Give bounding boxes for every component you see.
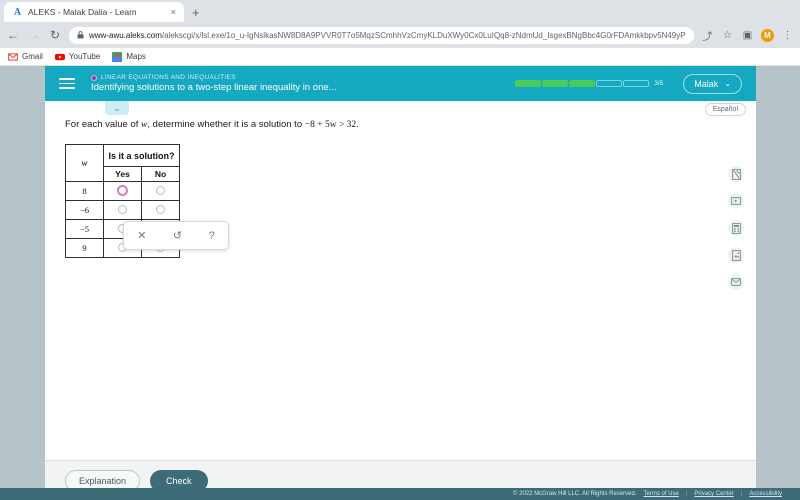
- progress-segment: [542, 80, 569, 87]
- bookmark-star-icon[interactable]: ☆: [721, 30, 734, 41]
- radio-icon[interactable]: [117, 185, 128, 197]
- progress-segment: [596, 80, 623, 87]
- radio-yes[interactable]: [103, 200, 142, 220]
- radio-no[interactable]: [141, 200, 180, 220]
- answer-toolbar: ✕ ↺ ?: [123, 221, 229, 250]
- row-value: 8: [65, 181, 104, 201]
- progress-segment: [623, 80, 650, 87]
- bookmark-maps[interactable]: Maps: [112, 51, 146, 62]
- footer-separator: |: [740, 491, 743, 497]
- progress-segment: [569, 80, 596, 87]
- lock-icon: [77, 31, 84, 39]
- reload-icon[interactable]: ↻: [48, 28, 62, 42]
- undo-icon[interactable]: ↺: [173, 229, 182, 242]
- tab-strip: A ALEKS - Malak Dalia - Learn × +: [0, 0, 800, 22]
- browser-window: A ALEKS - Malak Dalia - Learn × + ← → ↻ …: [0, 0, 800, 500]
- row-value: −6: [65, 200, 104, 220]
- copyright-text: © 2022 McGraw Hill LLC. All Rights Reser…: [513, 491, 637, 497]
- no-write-tool[interactable]: [728, 166, 744, 182]
- progress-indicator: 3/5: [515, 80, 663, 87]
- share-icon[interactable]: ⤴: [701, 28, 714, 43]
- chrome-menu-icon[interactable]: ⋮: [781, 30, 794, 41]
- forward-icon[interactable]: →: [27, 28, 41, 42]
- url-text: www-awu.aleks.com/alekscgi/x/lsl.exe/1o_…: [89, 31, 686, 40]
- prompt-expression: −8 + 5w > 32: [304, 120, 357, 130]
- bookmarks-bar: Gmail YouTube Maps: [0, 48, 800, 66]
- problem-content: For each value of w , determine whether i…: [45, 101, 756, 258]
- header-text-block: LINEAR EQUATIONS AND INEQUALITIES Identi…: [91, 74, 515, 93]
- bookmark-youtube[interactable]: YouTube: [54, 52, 101, 62]
- prompt-end: .: [356, 119, 359, 130]
- notepad-tool[interactable]: [728, 247, 744, 263]
- video-tool[interactable]: [728, 193, 744, 209]
- lesson-title: Identifying solutions to a two-step line…: [91, 82, 337, 93]
- bookmark-label: YouTube: [68, 52, 101, 61]
- accessibility-link[interactable]: Accessibility: [749, 491, 782, 497]
- radio-icon[interactable]: [156, 205, 165, 215]
- user-name: Malak: [694, 78, 719, 89]
- user-menu-button[interactable]: Malak ⌄: [683, 73, 742, 94]
- row-value: 9: [65, 238, 104, 258]
- close-icon[interactable]: ×: [170, 7, 177, 17]
- page-viewport: LINEAR EQUATIONS AND INEQUALITIES Identi…: [0, 66, 800, 500]
- maps-icon: [112, 51, 123, 62]
- message-tool[interactable]: [728, 274, 744, 290]
- topic-dot-icon: [91, 74, 97, 81]
- radio-icon[interactable]: [156, 186, 165, 196]
- privacy-link[interactable]: Privacy Center: [694, 491, 733, 497]
- aleks-favicon: A: [13, 6, 22, 18]
- chevron-down-icon: ⌄: [724, 79, 731, 88]
- calculator-tool[interactable]: [728, 220, 744, 236]
- address-bar[interactable]: www-awu.aleks.com/alekscgi/x/lsl.exe/1o_…: [69, 26, 694, 44]
- back-icon[interactable]: ←: [6, 28, 20, 42]
- prompt-mid: , determine whether it is a solution to: [147, 119, 305, 130]
- video-icon: [731, 197, 741, 205]
- table-header-row: w Is it a solution?: [65, 144, 180, 182]
- calculator-icon: [731, 222, 741, 234]
- gmail-icon: [8, 52, 18, 61]
- site-footer: © 2022 McGraw Hill LLC. All Rights Reser…: [0, 488, 800, 500]
- no-write-icon: [731, 168, 741, 180]
- new-tab-button[interactable]: +: [192, 5, 200, 22]
- clear-icon[interactable]: ✕: [137, 229, 146, 242]
- side-panel-icon[interactable]: ▣: [741, 30, 754, 41]
- topic-kicker: LINEAR EQUATIONS AND INEQUALITIES: [91, 74, 515, 81]
- browser-tab-aleks[interactable]: A ALEKS - Malak Dalia - Learn ×: [4, 2, 184, 22]
- topic-label: LINEAR EQUATIONS AND INEQUALITIES: [101, 74, 236, 81]
- radio-icon[interactable]: [118, 205, 127, 215]
- radio-no[interactable]: [141, 181, 180, 201]
- question-header: Is it a solution?: [103, 144, 180, 167]
- yes-header: Yes: [103, 166, 142, 182]
- terms-link[interactable]: Terms of Use: [643, 491, 678, 497]
- url-host: www-awu.aleks.com: [89, 30, 162, 40]
- progress-label: 3/5: [654, 80, 664, 87]
- browser-toolbar: ← → ↻ www-awu.aleks.com/alekscgi/x/lsl.e…: [0, 22, 800, 48]
- youtube-icon: [54, 53, 65, 60]
- menu-icon[interactable]: [59, 75, 75, 92]
- url-path: /alekscgi/x/lsl.exe/1o_u-IgNslkasNW8D8A9…: [161, 30, 686, 40]
- aleks-page: LINEAR EQUATIONS AND INEQUALITIES Identi…: [45, 66, 756, 500]
- problem-prompt: For each value of w, determine whether i…: [65, 119, 756, 130]
- tool-rail: [728, 166, 744, 290]
- variable-header: w: [65, 144, 104, 182]
- bookmark-label: Gmail: [22, 52, 43, 61]
- aleks-header: LINEAR EQUATIONS AND INEQUALITIES Identi…: [45, 66, 756, 101]
- profile-avatar[interactable]: M: [761, 28, 774, 42]
- progress-segment: [515, 80, 542, 87]
- radio-yes[interactable]: [103, 181, 142, 201]
- table-row: 8: [65, 181, 180, 201]
- tab-title: ALEKS - Malak Dalia - Learn: [28, 7, 137, 17]
- bookmark-label: Maps: [126, 52, 146, 61]
- notepad-icon: [731, 249, 741, 261]
- no-header: No: [141, 166, 180, 182]
- row-value: −5: [65, 219, 104, 239]
- help-icon[interactable]: ?: [209, 230, 215, 242]
- bookmark-gmail[interactable]: Gmail: [8, 52, 43, 62]
- footer-separator: |: [685, 491, 688, 497]
- progress-bar: [515, 80, 650, 87]
- message-icon: [731, 278, 741, 286]
- prompt-pre: For each value of: [65, 119, 142, 130]
- table-row: −6: [65, 200, 180, 220]
